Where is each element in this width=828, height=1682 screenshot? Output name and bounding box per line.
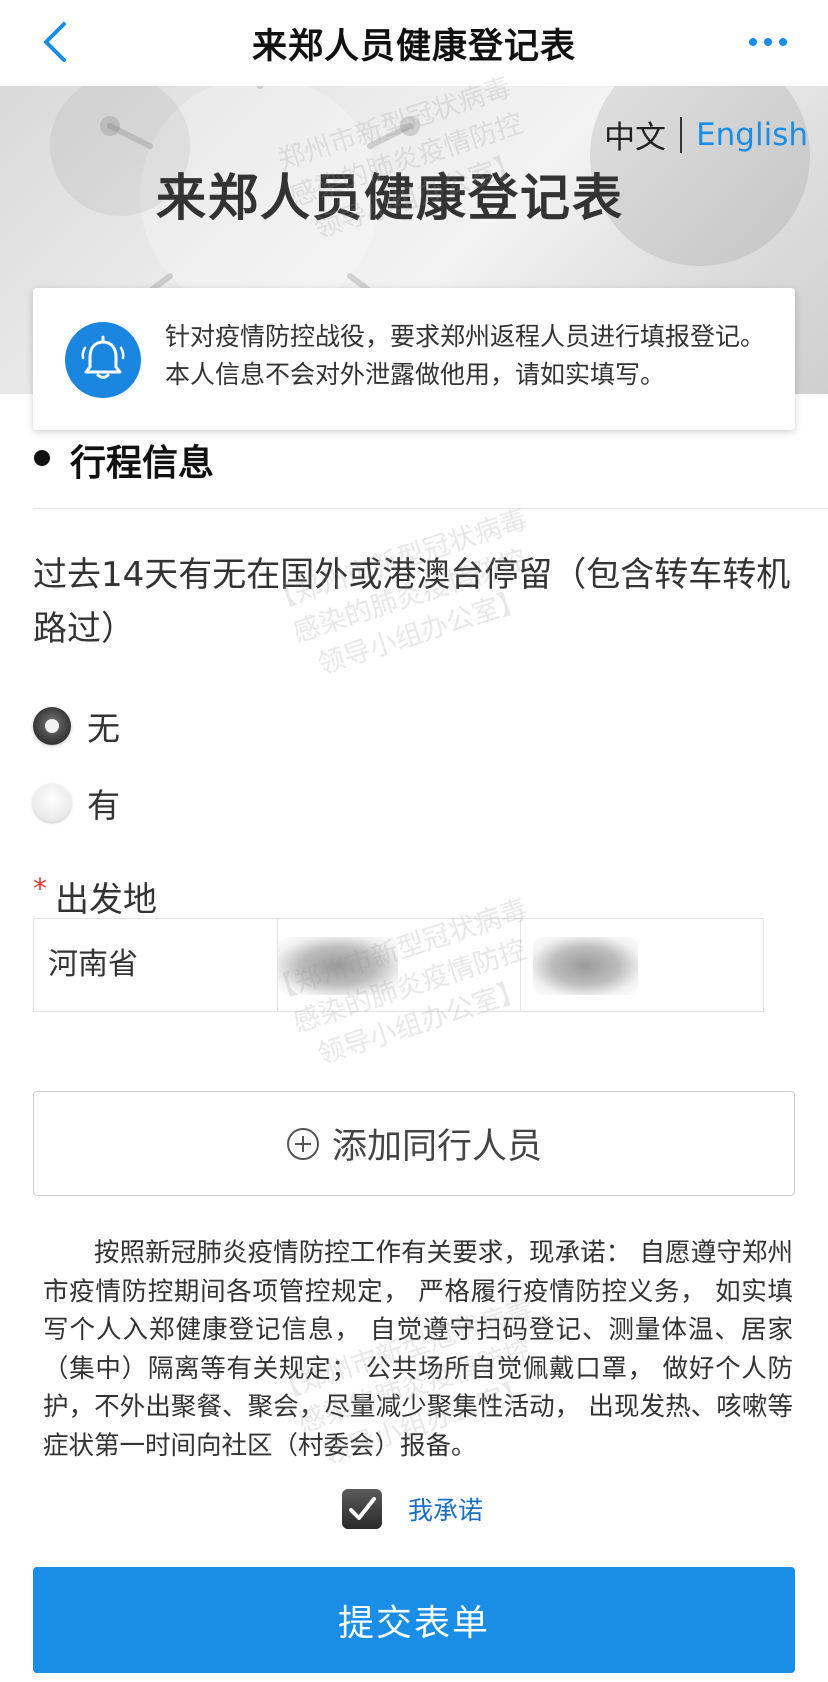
lang-divider (680, 116, 683, 153)
departure-label-text: 出发地 (55, 880, 157, 920)
city-select[interactable] (278, 919, 521, 1011)
add-companion-label: 添加同行人员 (331, 1127, 542, 1167)
redacted-district (533, 937, 638, 995)
agree-label[interactable]: 我承诺 (408, 1491, 483, 1527)
checkmark-icon (349, 1497, 376, 1520)
redacted-city (278, 937, 398, 995)
agree-row[interactable]: 我承诺 (342, 1489, 483, 1529)
radio-option-no[interactable]: 无 (33, 702, 120, 750)
add-companion-button[interactable]: 添加同行人员 (33, 1091, 795, 1196)
section-bullet (34, 450, 50, 466)
departure-label: * 出发地 (33, 872, 157, 921)
radio-label-yes: 有 (87, 786, 120, 825)
radio-button-unchecked[interactable] (33, 784, 71, 822)
radio-option-yes[interactable]: 有 (33, 779, 120, 827)
radio-button-checked[interactable] (33, 707, 71, 745)
bell-icon-badge (65, 322, 141, 398)
agree-checkbox[interactable] (342, 1489, 382, 1529)
notice-card: 针对疫情防控战役，要求郑州返程人员进行填报登记。本人信息不会对外泄露做他用，请如… (33, 288, 795, 430)
departure-address-picker: 河南省 (33, 918, 764, 1012)
bell-icon (81, 335, 125, 379)
travel-question: 过去14天有无在国外或港澳台停留（包含转车转机路过） (33, 555, 791, 649)
province-select[interactable]: 河南省 (34, 919, 278, 1011)
language-switch: 中文 English (604, 112, 808, 157)
lang-chinese-link[interactable]: 中文 (604, 112, 666, 157)
more-dots-icon[interactable] (746, 30, 790, 54)
notice-text: 针对疫情防控战役，要求郑州返程人员进行填报登记。本人信息不会对外泄露做他用，请如… (165, 322, 766, 389)
plus-circle-icon (286, 1127, 319, 1160)
district-select[interactable] (521, 919, 764, 1011)
hero-title: 来郑人员健康登记表 (156, 169, 624, 227)
section-title: 行程信息 (70, 443, 215, 484)
section-divider (33, 508, 828, 509)
promise-text: 按照新冠肺炎疫情防控工作有关要求，现承诺： 自愿遵守郑州市疫情防控期间各项管控规… (43, 1238, 793, 1461)
nav-title: 来郑人员健康登记表 (251, 27, 576, 67)
lang-english-link[interactable]: English (696, 117, 808, 153)
radio-label-no: 无 (87, 709, 120, 748)
submit-button[interactable]: 提交表单 (33, 1567, 795, 1673)
required-mark: * (33, 872, 47, 905)
nav-bar: 来郑人员健康登记表 (0, 0, 828, 86)
